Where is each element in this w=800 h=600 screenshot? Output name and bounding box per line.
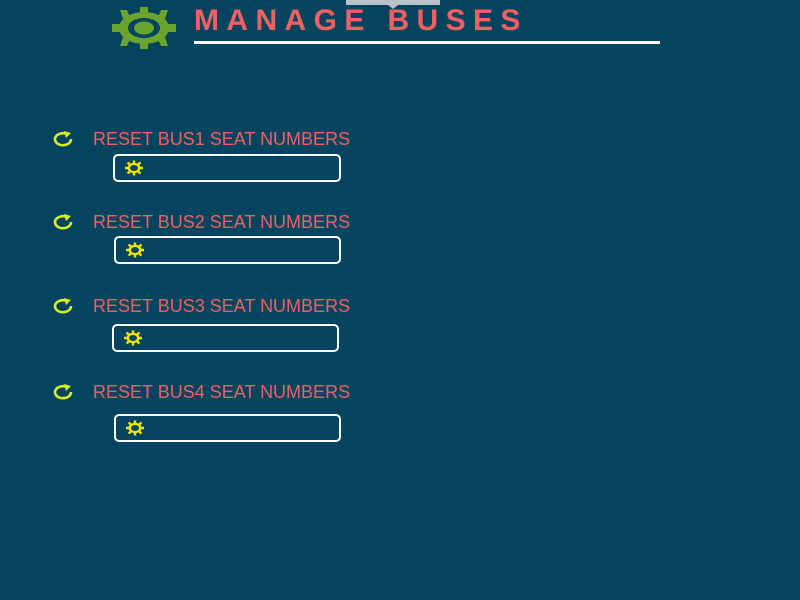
gear-icon — [112, 7, 176, 49]
reset-bus2-button[interactable]: RESET BUS2 SEAT NUMBERS — [50, 212, 350, 232]
gear-icon — [125, 420, 145, 436]
bus1-seat-field[interactable] — [113, 154, 341, 182]
reset-bus4-button[interactable]: RESET BUS4 SEAT NUMBERS — [50, 382, 350, 402]
refresh-icon — [50, 214, 76, 230]
reset-bus3-label: RESET BUS3 SEAT NUMBERS — [93, 296, 351, 316]
gear-icon — [124, 160, 144, 176]
page-title: MANAGE BUSES — [194, 4, 528, 37]
bus2-seat-field[interactable] — [114, 236, 341, 264]
refresh-icon — [50, 384, 76, 400]
refresh-icon — [50, 298, 76, 314]
gear-icon — [123, 330, 143, 346]
title-underline — [194, 41, 660, 44]
bus3-seat-field[interactable] — [112, 324, 339, 352]
reset-bus3-button[interactable]: RESET BUS3 SEAT NUMBERS — [50, 296, 350, 316]
refresh-icon — [50, 131, 76, 147]
reset-bus4-label: RESET BUS4 SEAT NUMBERS — [93, 382, 351, 402]
gear-icon — [125, 242, 145, 258]
reset-bus1-button[interactable]: RESET BUS1 SEAT NUMBERS — [50, 129, 350, 149]
bus4-seat-field[interactable] — [114, 414, 341, 442]
reset-bus2-label: RESET BUS2 SEAT NUMBERS — [93, 212, 351, 232]
reset-bus1-label: RESET BUS1 SEAT NUMBERS — [93, 129, 351, 149]
